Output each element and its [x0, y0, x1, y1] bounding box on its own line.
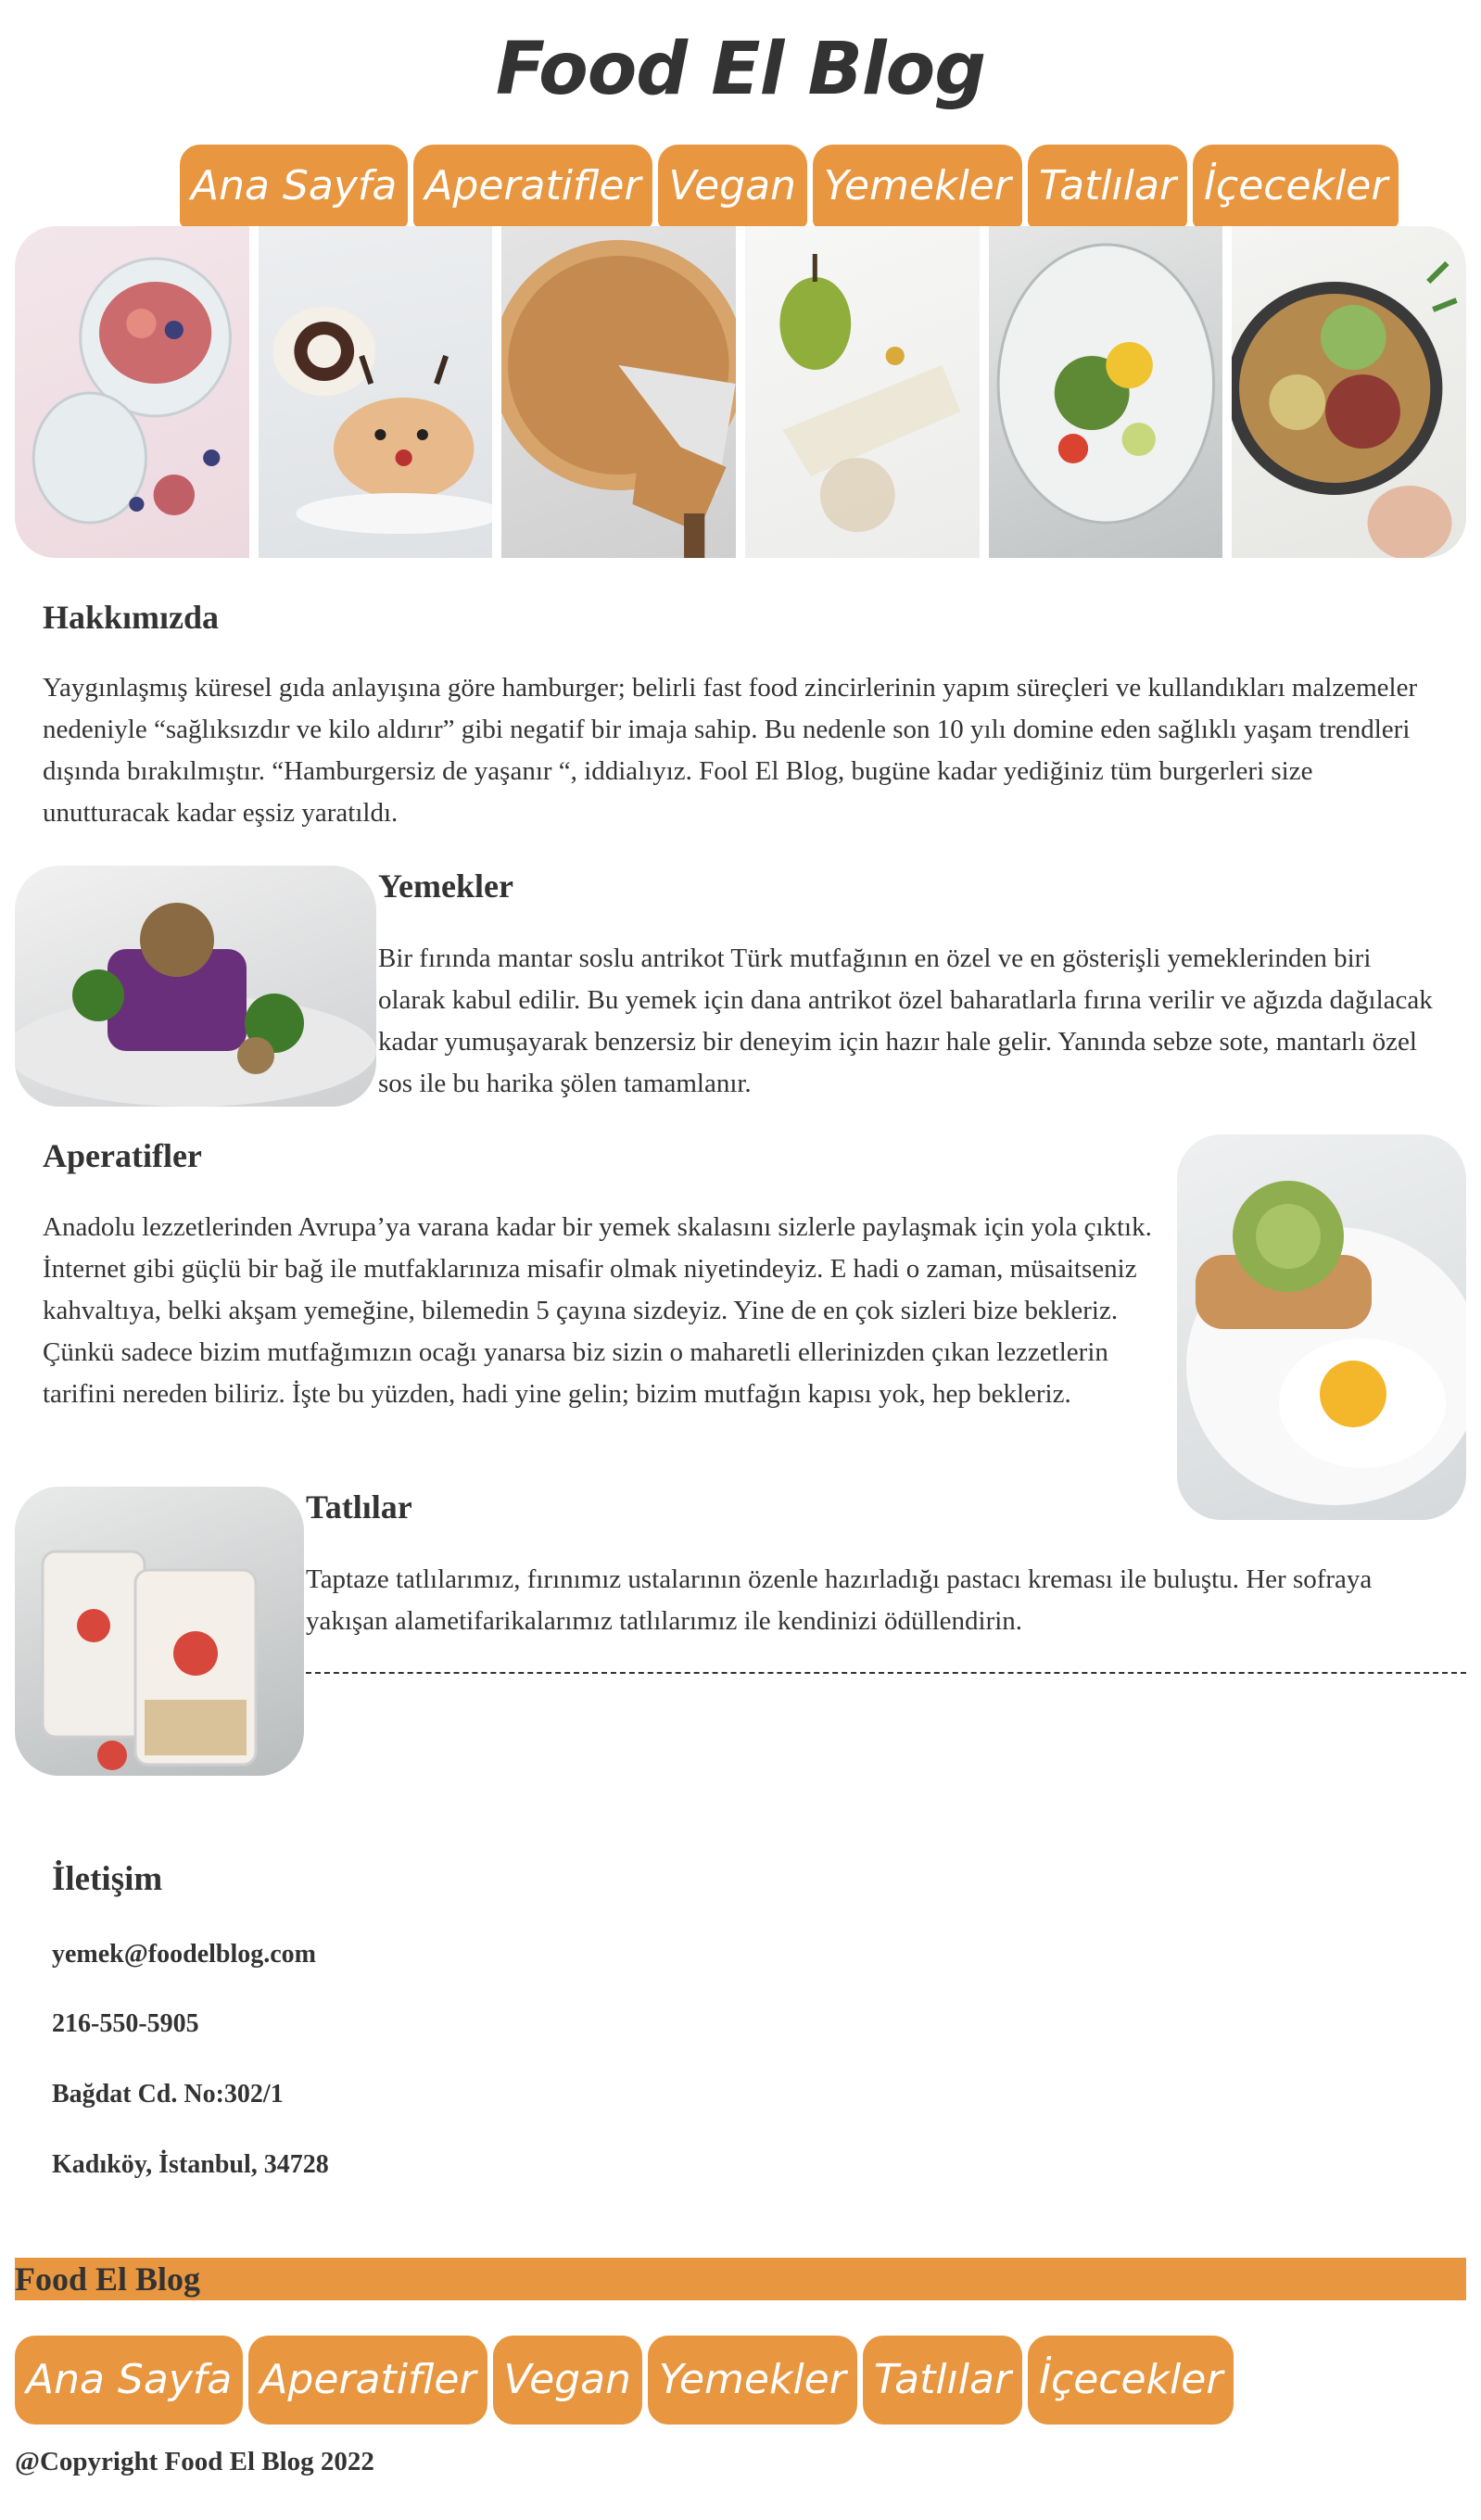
footer-nav: Ana Sayfa Aperatifler Vegan Yemekler Tat…: [15, 2336, 1234, 2425]
tatlilar-text: Taptaze tatlılarımız, fırınımız ustaları…: [306, 1564, 1373, 1636]
footer-nav-ana-sayfa[interactable]: Ana Sayfa: [15, 2336, 244, 2425]
footer-nav-aperatifler[interactable]: Aperatifler: [248, 2336, 487, 2425]
aperatifler-text: Anadolu lezzetlerinden Avrupa’ya varana …: [43, 1212, 1152, 1409]
nav-item-icecekler[interactable]: İçecekler: [1193, 145, 1399, 228]
reindeer-cake-photo: [258, 226, 493, 558]
about-text: Yaygınlaşmış küresel gıda anlayışına gör…: [43, 673, 1418, 828]
pear-dish-photo: [745, 226, 980, 558]
yemekler-photo: [15, 866, 376, 1107]
section-divider: [306, 1672, 1466, 1674]
contact-address-line2: Kadıköy, İstanbul, 34728: [52, 2150, 329, 2179]
nav-item-ana-sayfa[interactable]: Ana Sayfa: [180, 145, 409, 228]
site-title: Food El Blog: [495, 28, 986, 111]
nav-item-aperatifler[interactable]: Aperatifler: [413, 145, 652, 228]
tatlilar-photo: [15, 1487, 304, 1776]
aperatifler-photo: [1177, 1134, 1466, 1520]
footer-nav-yemekler[interactable]: Yemekler: [647, 2336, 857, 2425]
about-heading: Hakkımızda: [43, 599, 220, 636]
contact-heading: İletişim: [52, 1860, 163, 1898]
main-nav: Ana Sayfa Aperatifler Vegan Yemekler Tat…: [180, 145, 1399, 228]
aperatifler-heading: Aperatifler: [43, 1137, 202, 1174]
yemekler-text: Bir fırında mantar soslu antrikot Türk m…: [378, 943, 1433, 1098]
footer-brand-bar: Food El Blog: [15, 2258, 1466, 2300]
chia-pudding-photo: [15, 226, 249, 558]
copyright-text: @Copyright Food El Blog 2022: [15, 2447, 374, 2476]
salad-glass-photo: [988, 226, 1223, 558]
hero-banner: [15, 226, 1466, 558]
footer-nav-tatlilar[interactable]: Tatlılar: [862, 2336, 1023, 2425]
vegan-bowl-photo: [1232, 226, 1466, 558]
contact-address-line1: Bağdat Cd. No:302/1: [52, 2080, 284, 2108]
contact-phone[interactable]: 216-550-5905: [52, 2009, 199, 2039]
contact-email[interactable]: yemek@foodelblog.com: [52, 1940, 316, 1969]
tatlilar-heading: Tatlılar: [306, 1488, 412, 1526]
footer-nav-vegan[interactable]: Vegan: [492, 2336, 642, 2425]
nav-item-vegan[interactable]: Vegan: [657, 145, 807, 228]
yemekler-heading: Yemekler: [378, 867, 513, 905]
nav-item-yemekler[interactable]: Yemekler: [812, 145, 1022, 228]
nav-item-tatlilar[interactable]: Tatlılar: [1027, 145, 1188, 228]
pie-photo: [501, 226, 737, 558]
footer-nav-icecekler[interactable]: İçecekler: [1028, 2336, 1234, 2425]
